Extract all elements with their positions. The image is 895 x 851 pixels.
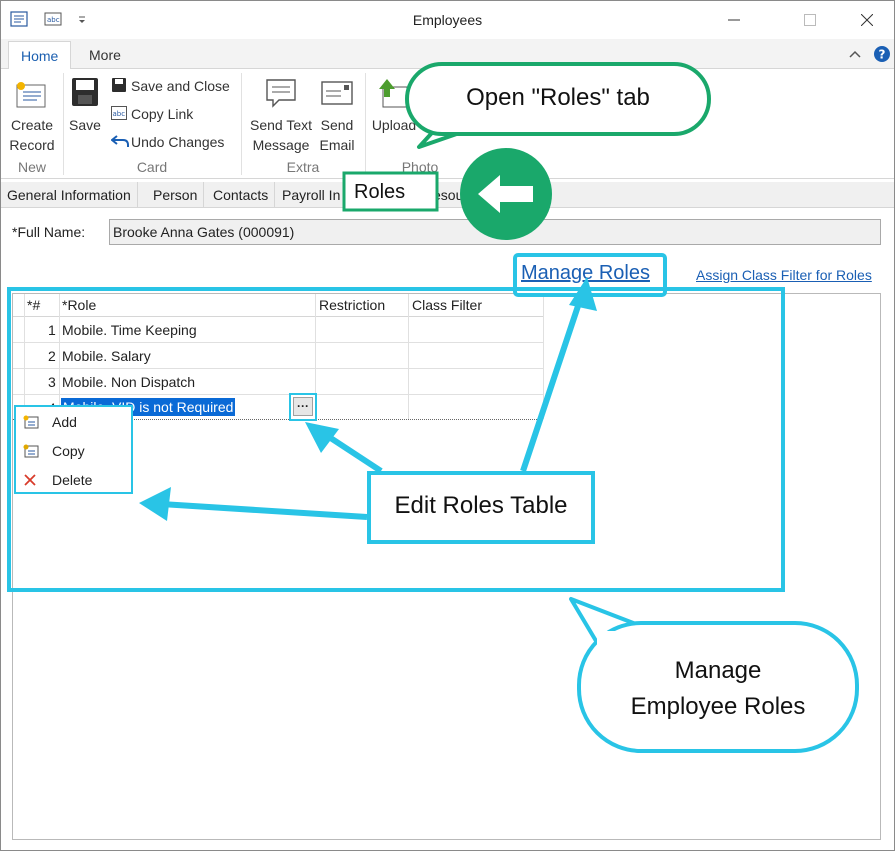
arrow-to-manage-roles [520, 296, 584, 472]
edit-roles-callout-text: Edit Roles Table [394, 492, 568, 519]
arrow-to-context-menu [160, 501, 368, 520]
open-roles-callout-text: Open "Roles" tab [466, 84, 650, 111]
employees-window: abc Employees Home More ? Create Record … [0, 0, 895, 851]
tab-roles[interactable]: Roles [344, 173, 437, 210]
arrow-head [139, 487, 171, 521]
roles-table-highlight [7, 287, 785, 592]
manage-roles-callout-text: Manage Employee Roles [630, 657, 806, 720]
bubble-tail-mask [429, 113, 477, 129]
